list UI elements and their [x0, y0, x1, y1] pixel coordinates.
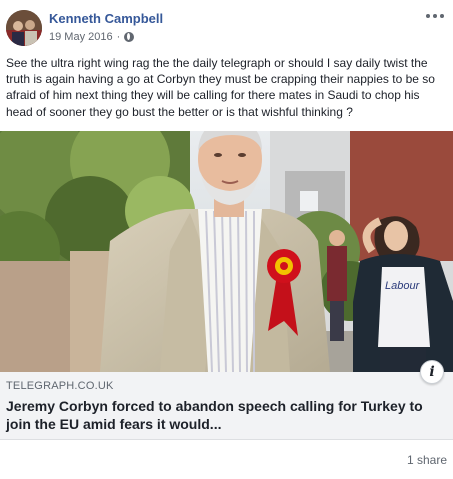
- link-preview[interactable]: i TELEGRAPH.CO.UK Jeremy Corbyn forced t…: [0, 360, 453, 440]
- info-icon[interactable]: i: [420, 360, 444, 384]
- post-text: See the ultra right wing rag the the dai…: [6, 56, 435, 119]
- more-options-icon[interactable]: [423, 9, 447, 23]
- author-name[interactable]: Kenneth Campbell: [49, 11, 163, 26]
- post-header: Kenneth Campbell 19 May 2016 ·: [0, 0, 453, 50]
- share-count[interactable]: 1 share: [407, 453, 447, 467]
- post-date[interactable]: 19 May 2016: [49, 31, 113, 43]
- meta-separator: ·: [116, 31, 121, 43]
- link-domain: TELEGRAPH.CO.UK: [6, 380, 114, 392]
- post-meta: 19 May 2016 ·: [49, 31, 135, 43]
- shirt-text: Labour: [385, 280, 421, 292]
- avatar[interactable]: [6, 10, 42, 46]
- post-footer: 1 share: [0, 440, 453, 479]
- globe-icon[interactable]: [124, 32, 135, 42]
- link-title[interactable]: Jeremy Corbyn forced to abandon speech c…: [6, 397, 446, 433]
- link-image[interactable]: Labour: [0, 131, 453, 372]
